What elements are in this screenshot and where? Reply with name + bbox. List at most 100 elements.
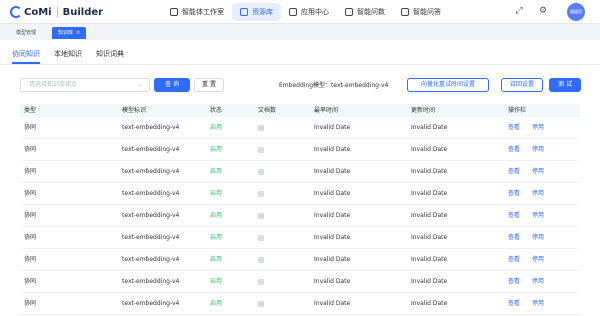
avatar[interactable]: 超级用 <box>567 3 585 21</box>
disable-link[interactable]: 停用 <box>532 205 544 227</box>
nav-item-resource-library[interactable]: 资源库 <box>232 3 281 21</box>
divider <box>0 64 600 65</box>
nav-item-app-center[interactable]: 应用中心 <box>281 3 337 21</box>
model-id-cell: text-embedding-v4 <box>122 168 180 175</box>
model-id-cell: text-embedding-v4 <box>122 146 180 153</box>
expand-icon[interactable]: ⤢ <box>514 6 524 16</box>
reset-button[interactable]: 重 置 <box>194 78 224 92</box>
earliest-time-cell: Invalid Date <box>314 146 351 153</box>
gear-icon[interactable]: ⚙ <box>538 6 548 16</box>
update-time-cell: Invalid Date <box>411 190 448 197</box>
type-cell: 协同 <box>24 124 37 131</box>
view-link[interactable]: 查看 <box>508 205 520 227</box>
view-link[interactable]: 查看 <box>508 161 520 183</box>
type-cell: 协同 <box>24 168 37 175</box>
disable-link[interactable]: 停用 <box>532 183 544 205</box>
earliest-time-cell: Invalid Date <box>314 234 351 241</box>
column-header-actions: 操作栏 <box>508 107 527 114</box>
status-cell: 启用 <box>210 300 223 307</box>
document-count-cell <box>258 279 264 285</box>
logo[interactable]: CoMi Builder <box>10 5 103 19</box>
document-count-cell <box>258 301 264 307</box>
disable-link[interactable]: 停用 <box>532 271 544 293</box>
view-link[interactable]: 查看 <box>508 183 520 205</box>
disable-link[interactable]: 停用 <box>532 227 544 249</box>
earliest-time-cell: Invalid Date <box>314 278 351 285</box>
model-id-cell: text-embedding-v4 <box>122 256 180 263</box>
status-cell: 启用 <box>210 190 223 197</box>
recall-settings-button[interactable]: 召回设置 <box>501 78 543 92</box>
earliest-time-cell: Invalid Date <box>314 190 351 197</box>
update-time-cell: Invalid Date <box>411 212 448 219</box>
app-root: CoMi Builder 智能体工作室 资源库 应用中心 智能问数 智能问答 ⤢… <box>0 0 600 316</box>
nav-item-label: 智能体工作室 <box>182 8 224 16</box>
nav-item-label: 应用中心 <box>301 8 329 16</box>
disable-link[interactable]: 停用 <box>532 293 544 315</box>
nav-item-agent-studio[interactable]: 智能体工作室 <box>162 3 232 21</box>
subtab-knowledge-dictionary[interactable]: 知识词典 <box>96 48 124 64</box>
vectorization-retry-settings-button[interactable]: 向量化重试时间设置 <box>407 78 489 92</box>
column-header-status: 状态 <box>210 107 223 114</box>
view-link[interactable]: 查看 <box>508 293 520 315</box>
view-link[interactable]: 查看 <box>508 271 520 293</box>
status-cell: 启用 <box>210 256 223 263</box>
table-row: 协同 text-embedding-v4 启用 Invalid Date Invalid… <box>20 227 580 249</box>
column-header-model-id: 模型标识 <box>122 107 147 114</box>
table-row: 协同 text-embedding-v4 启用 Invalid Date Invalid… <box>20 271 580 293</box>
table-row: 协同 text-embedding-v4 启用 Invalid Date Invalid… <box>20 183 580 205</box>
update-time-cell: Invalid Date <box>411 278 448 285</box>
grid-icon <box>289 8 297 16</box>
document-count-cell <box>258 235 264 241</box>
type-cell: 协同 <box>24 212 37 219</box>
chevron-down-icon: ⌄ <box>137 81 143 88</box>
status-cell: 启用 <box>210 168 223 175</box>
subtab-local-knowledge[interactable]: 本地知识 <box>54 48 82 64</box>
disable-link[interactable]: 停用 <box>532 117 544 139</box>
type-cell: 协同 <box>24 190 37 197</box>
nav-item-smart-data-query[interactable]: 智能问数 <box>337 3 393 21</box>
chat-icon <box>401 8 409 16</box>
column-header-document-count: 文档数 <box>258 107 277 114</box>
earliest-time-cell: Invalid Date <box>314 124 351 131</box>
disable-link[interactable]: 停用 <box>532 249 544 271</box>
status-filter-placeholder: 请选择知识库状态 <box>29 81 78 88</box>
column-header-update-time: 更新时间 <box>411 107 436 114</box>
model-id-cell: text-embedding-v4 <box>122 124 180 131</box>
status-cell: 启用 <box>210 124 223 131</box>
view-link[interactable]: 查看 <box>508 249 520 271</box>
view-link[interactable]: 查看 <box>508 139 520 161</box>
document-count-cell <box>258 191 264 197</box>
document-count-cell <box>258 125 264 131</box>
column-header-type: 类型 <box>24 107 37 114</box>
earliest-time-cell: Invalid Date <box>314 212 351 219</box>
update-time-cell: Invalid Date <box>411 300 448 307</box>
type-cell: 协同 <box>24 146 37 153</box>
model-id-cell: text-embedding-v4 <box>122 300 180 307</box>
model-id-cell: text-embedding-v4 <box>122 278 180 285</box>
test-button[interactable]: 测 试 <box>549 78 581 92</box>
view-link[interactable]: 查看 <box>508 227 520 249</box>
subtab-collaborative-knowledge[interactable]: 协同知识 <box>12 48 40 64</box>
disable-link[interactable]: 停用 <box>532 161 544 183</box>
disable-link[interactable]: 停用 <box>532 139 544 161</box>
model-id-cell: text-embedding-v4 <box>122 234 180 241</box>
search-button[interactable]: 查 询 <box>154 78 190 92</box>
tab-model-management[interactable]: 模型管理 <box>10 27 42 39</box>
model-id-cell: text-embedding-v4 <box>122 190 180 197</box>
top-bar: CoMi Builder 智能体工作室 资源库 应用中心 智能问数 智能问答 ⤢… <box>0 0 600 24</box>
logo-text: CoMi <box>24 6 52 18</box>
status-filter-select[interactable]: 请选择知识库状态 ⌄ <box>20 78 150 92</box>
nav-item-smart-qa[interactable]: 智能问答 <box>393 3 449 21</box>
header-tools: ⤢ ⚙ <box>514 6 548 16</box>
view-link[interactable]: 查看 <box>508 117 520 139</box>
type-cell: 协同 <box>24 256 37 263</box>
table-row: 协同 text-embedding-v4 启用 Invalid Date Invalid… <box>20 249 580 271</box>
logo-subtitle: Builder <box>62 6 104 18</box>
column-header-earliest-time: 最早时间 <box>314 107 339 114</box>
update-time-cell: Invalid Date <box>411 168 448 175</box>
earliest-time-cell: Invalid Date <box>314 300 351 307</box>
close-icon[interactable]: × <box>76 30 80 36</box>
table-header: 类型 模型标识 状态 文档数 最早时间 更新时间 操作栏 <box>20 104 580 117</box>
tab-knowledge-base[interactable]: 知识库 × <box>52 27 87 39</box>
earliest-time-cell: Invalid Date <box>314 256 351 263</box>
